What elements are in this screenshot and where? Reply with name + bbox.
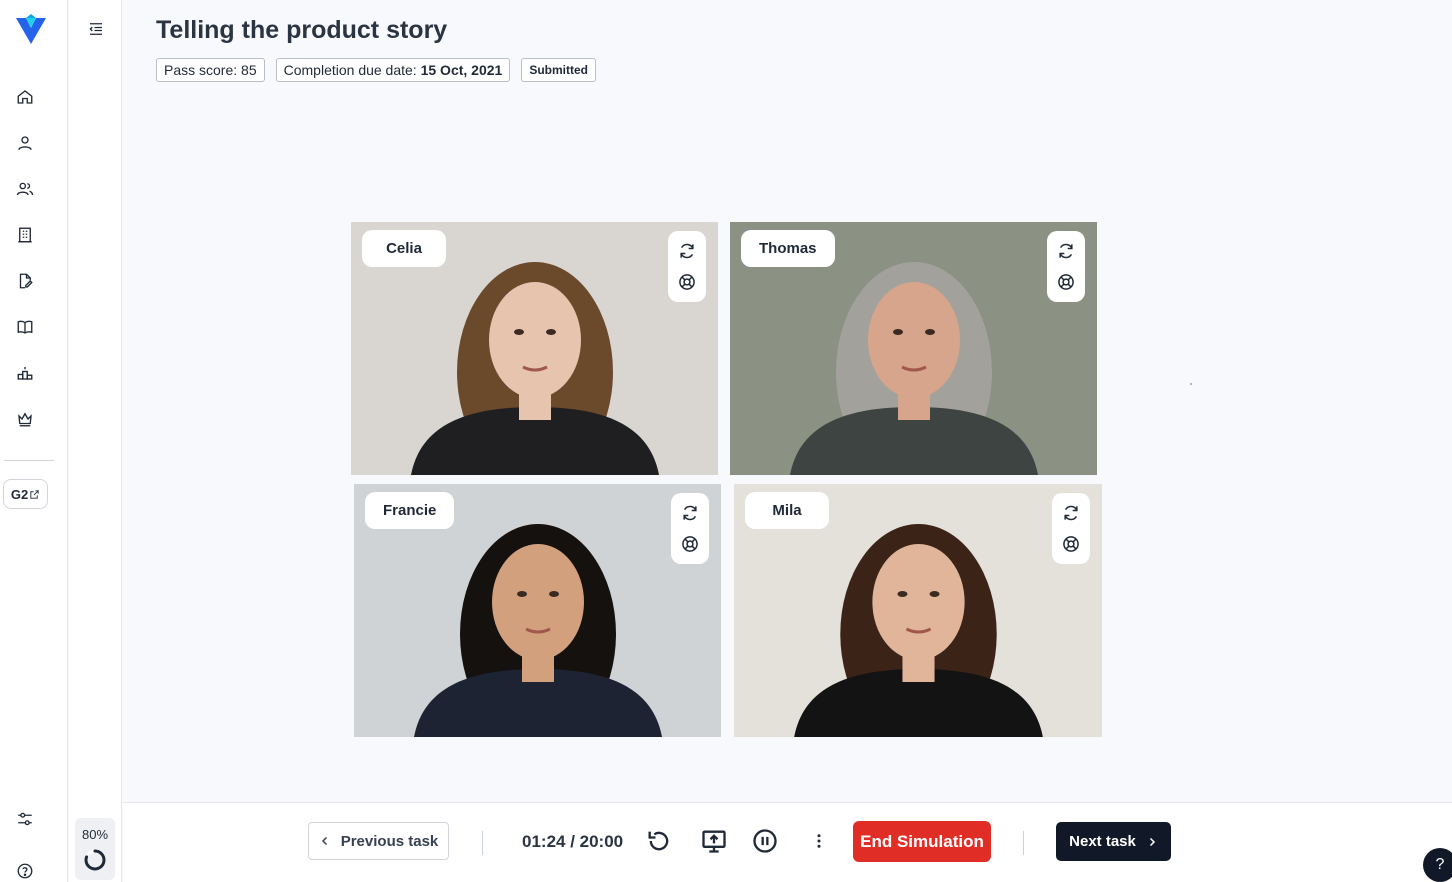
help-chat-button[interactable]: ?	[1423, 848, 1452, 882]
refresh-icon[interactable]	[1055, 240, 1077, 262]
tile-controls	[671, 493, 709, 564]
divider	[1023, 831, 1024, 855]
main-sidebar: G2	[0, 0, 68, 882]
g2-link-button[interactable]: G2	[3, 479, 48, 509]
timer: 01:24 / 20:00	[522, 832, 624, 851]
page-title: Telling the product story	[156, 16, 448, 44]
restart-icon[interactable]	[643, 825, 675, 857]
due-date-value: 15 Oct, 2021	[420, 62, 503, 78]
refresh-icon[interactable]	[679, 502, 701, 524]
users-icon[interactable]	[12, 176, 38, 202]
lifebuoy-icon[interactable]	[676, 271, 698, 293]
completion-progress: 80%	[75, 818, 115, 880]
more-options-icon[interactable]	[803, 825, 835, 857]
next-task-button[interactable]: Next task	[1056, 822, 1171, 861]
participant-name: Francie	[365, 492, 455, 529]
refresh-icon[interactable]	[676, 240, 698, 262]
participant-name: Celia	[362, 230, 446, 267]
previous-task-label: Previous task	[340, 832, 439, 850]
participant-tile[interactable]: Thomas	[730, 222, 1097, 475]
status-badge: Submitted	[521, 58, 596, 82]
help-circle-icon[interactable]	[12, 858, 38, 882]
simulation-controls: Previous task 01:24 / 20:00 End Simulati…	[123, 802, 1452, 882]
building-icon[interactable]	[12, 222, 38, 248]
participant-tile[interactable]: Celia	[351, 222, 718, 475]
refresh-icon[interactable]	[1060, 502, 1082, 524]
progress-ring-icon	[84, 849, 106, 871]
pass-score-badge: Pass score: 85	[156, 58, 265, 82]
tile-controls	[1047, 231, 1085, 302]
due-date-badge: Completion due date: 15 Oct, 2021	[275, 58, 511, 82]
tile-controls	[1052, 493, 1090, 564]
participant-name: Mila	[745, 492, 829, 529]
lifebuoy-icon[interactable]	[1055, 271, 1077, 293]
participant-tile[interactable]: Francie	[354, 484, 721, 737]
pause-icon[interactable]	[749, 825, 781, 857]
screen-share-icon[interactable]	[698, 825, 730, 857]
file-edit-icon[interactable]	[12, 268, 38, 294]
chevron-right-icon	[1149, 837, 1155, 846]
collapse-menu-icon[interactable]	[85, 18, 107, 40]
progress-percent: 80%	[81, 827, 109, 842]
chevron-left-icon	[321, 836, 327, 846]
stray-dot	[1190, 383, 1192, 385]
due-date-label: Completion due date:	[283, 62, 421, 78]
g2-label: G2	[10, 486, 29, 502]
sliders-icon[interactable]	[12, 806, 38, 832]
home-icon[interactable]	[12, 84, 38, 110]
task-meta: Pass score: 85 Completion due date: 15 O…	[156, 58, 596, 82]
next-task-label: Next task	[1069, 833, 1136, 850]
book-icon[interactable]	[12, 314, 38, 340]
app-logo[interactable]	[14, 12, 48, 46]
lifebuoy-icon[interactable]	[679, 533, 701, 555]
tile-controls	[668, 231, 706, 302]
previous-task-button[interactable]: Previous task	[308, 822, 449, 860]
sidebar-divider	[4, 460, 54, 461]
lifebuoy-icon[interactable]	[1060, 533, 1082, 555]
podium-icon[interactable]	[12, 360, 38, 386]
participant-tile[interactable]: Mila	[734, 484, 1102, 737]
divider	[482, 831, 483, 855]
end-simulation-button[interactable]: End Simulation	[853, 821, 991, 862]
user-icon[interactable]	[12, 130, 38, 156]
task-panel: 80%	[69, 0, 122, 882]
external-link-icon	[30, 489, 39, 499]
crown-icon[interactable]	[12, 406, 38, 432]
participant-name: Thomas	[741, 230, 835, 267]
